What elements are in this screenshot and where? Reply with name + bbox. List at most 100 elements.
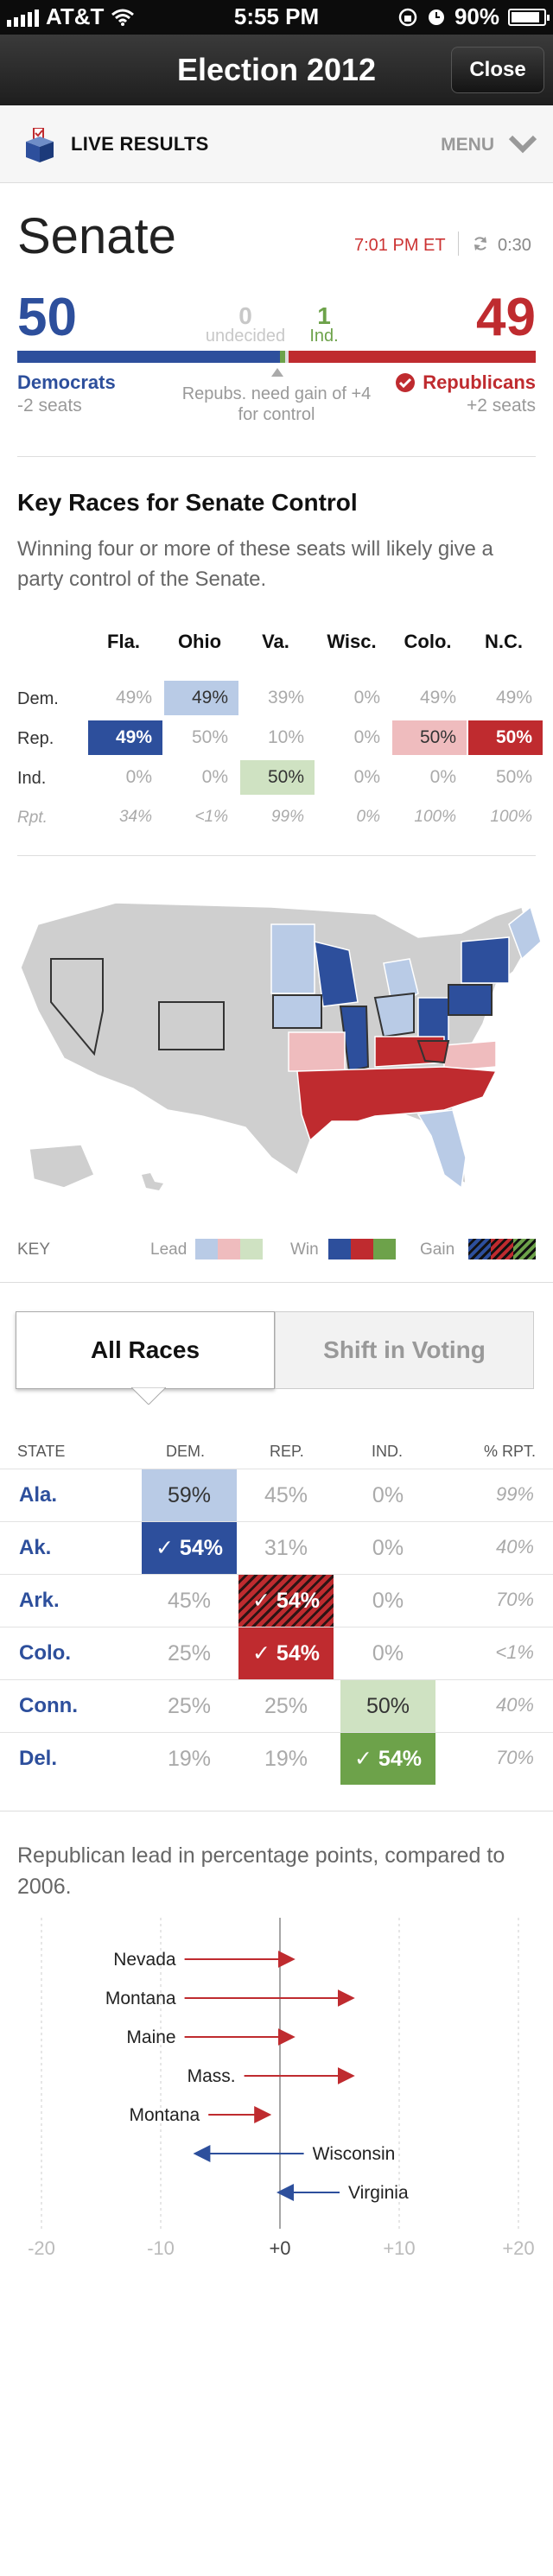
percent-reporting: 70% bbox=[495, 1747, 534, 1768]
state-minnesota[interactable] bbox=[270, 923, 315, 994]
key-race-cell: 100% bbox=[414, 808, 456, 826]
key-race-cell: 0% bbox=[125, 767, 152, 787]
status-right: 90% bbox=[397, 3, 550, 30]
dem-label: Democrats bbox=[17, 371, 116, 393]
divider bbox=[17, 456, 536, 457]
key-race-column-header: Ohio bbox=[177, 631, 222, 652]
ind-result-cell: 50% bbox=[340, 1680, 435, 1732]
all-races-column-header: STATE bbox=[17, 1443, 66, 1460]
percent-reporting: <1% bbox=[495, 1641, 534, 1663]
live-results-bar: LIVE RESULTS MENU bbox=[0, 105, 553, 183]
x-tick-label: +10 bbox=[383, 2237, 415, 2259]
tab-all-races[interactable]: All Races bbox=[16, 1311, 275, 1389]
battery-icon bbox=[508, 8, 550, 26]
rep-label: Republicans bbox=[423, 371, 536, 393]
key-race-cell: 0% bbox=[353, 727, 380, 747]
shift-state-label: Maine bbox=[126, 2027, 175, 2047]
state-name: Ark. bbox=[19, 1589, 60, 1612]
all-races-column-header: REP. bbox=[270, 1443, 304, 1460]
table-row[interactable]: Ala. 59% 45% 0% 99% bbox=[0, 1469, 553, 1521]
alarm-icon bbox=[428, 9, 444, 25]
seat-bar-dem bbox=[17, 351, 280, 363]
refresh-countdown: 0:30 bbox=[498, 236, 531, 255]
table-row[interactable]: Colo. 25% ✓ 54% 0% <1% bbox=[0, 1627, 553, 1679]
us-senate-map[interactable] bbox=[12, 890, 541, 1218]
key-race-cell: 0% bbox=[353, 767, 380, 787]
key-race-cell: 10% bbox=[267, 727, 304, 747]
state-ohio[interactable] bbox=[417, 997, 449, 1042]
ind-result-cell: 0% bbox=[372, 1483, 404, 1507]
battery-percent: 90% bbox=[454, 3, 499, 29]
seat-bar bbox=[17, 351, 536, 363]
state-iowa[interactable] bbox=[272, 994, 322, 1029]
swatch-gain-rep bbox=[491, 1239, 513, 1259]
key-races-title: Key Races for Senate Control bbox=[17, 489, 358, 516]
live-results-label: LIVE RESULTS bbox=[71, 133, 209, 155]
state-colorado[interactable] bbox=[158, 1001, 225, 1050]
key-race-row-label: Dem. bbox=[17, 689, 59, 708]
close-button[interactable]: Close bbox=[451, 47, 544, 93]
ballot-box-icon bbox=[26, 128, 54, 162]
table-row[interactable]: Ark. 45% ✓ 54% 0% 70% bbox=[0, 1574, 553, 1627]
tab-shift-in-voting[interactable]: Shift in Voting bbox=[275, 1311, 534, 1389]
state-missouri[interactable] bbox=[288, 1031, 346, 1072]
state-name: Ala. bbox=[19, 1483, 58, 1507]
ind-result-cell: 0% bbox=[372, 1589, 404, 1613]
ind-label: Ind. bbox=[309, 327, 339, 346]
key-race-column-header: Fla. bbox=[107, 631, 140, 652]
ind-result-cell: 0% bbox=[372, 1536, 404, 1560]
battery-fill bbox=[512, 11, 540, 22]
table-row[interactable]: Del. 19% 19% ✓ 54% 70% bbox=[0, 1732, 553, 1785]
rep-seat-count: 49 bbox=[476, 288, 536, 347]
dem-result-cell: 59% bbox=[142, 1469, 237, 1521]
key-race-cell: 49% bbox=[88, 720, 162, 755]
swatch-win-rep bbox=[351, 1239, 373, 1259]
key-race-cell: 99% bbox=[270, 808, 304, 826]
key-race-cell: 0% bbox=[429, 767, 456, 787]
all-races-column-header: % RPT. bbox=[484, 1443, 537, 1460]
divider bbox=[458, 232, 459, 256]
key-race-cell: 50% bbox=[468, 720, 543, 755]
x-tick-label: -10 bbox=[147, 2237, 175, 2259]
key-race-cell: 49% bbox=[115, 688, 152, 707]
rep-result-cell: ✓ 54% bbox=[238, 1627, 334, 1679]
state-alaska[interactable] bbox=[29, 1144, 95, 1189]
dem-seat-count: 50 bbox=[17, 288, 77, 347]
shift-state-label: Virginia bbox=[348, 2183, 409, 2203]
shift-state-label: Nevada bbox=[113, 1950, 176, 1970]
state-pennsylvania[interactable] bbox=[448, 984, 493, 1016]
check-circle-icon bbox=[396, 373, 416, 392]
swatch-win-dem bbox=[328, 1239, 351, 1259]
map-key-gain: Gain bbox=[420, 1240, 455, 1259]
control-marker-icon bbox=[271, 368, 283, 377]
state-new-york[interactable] bbox=[461, 936, 510, 984]
key-race-cell: 49% bbox=[495, 688, 532, 707]
chevron-down-icon[interactable] bbox=[508, 133, 537, 155]
key-races-description: Winning four or more of these seats will… bbox=[17, 537, 493, 591]
rotation-lock-icon bbox=[398, 8, 417, 26]
rep-result-cell: 31% bbox=[264, 1536, 308, 1560]
state-florida[interactable] bbox=[416, 1109, 467, 1190]
table-row[interactable]: Conn. 25% 25% 50% 40% bbox=[0, 1679, 553, 1732]
state-name: Ak. bbox=[19, 1536, 52, 1559]
state-virginia[interactable] bbox=[443, 1040, 497, 1072]
divider bbox=[0, 1282, 553, 1283]
dem-result-cell: ✓ 54% bbox=[142, 1522, 237, 1574]
menu-button[interactable]: MENU bbox=[441, 135, 494, 155]
rep-result-cell: 45% bbox=[264, 1483, 308, 1507]
undecided-label: undecided bbox=[205, 327, 286, 346]
state-hawaii[interactable] bbox=[142, 1173, 163, 1190]
rep-result-cell: ✓ 54% bbox=[238, 1575, 334, 1627]
percent-reporting: 40% bbox=[495, 1536, 534, 1558]
state-name: Conn. bbox=[19, 1694, 78, 1717]
map-key-lead: Lead bbox=[150, 1240, 188, 1259]
swatch-win-ind bbox=[373, 1239, 396, 1259]
update-time: 7:01 PM ET bbox=[354, 236, 446, 255]
page-title: Senate bbox=[17, 208, 176, 264]
key-race-cell: 0% bbox=[353, 688, 380, 707]
table-row[interactable]: Ak. ✓ 54% 31% 0% 40% bbox=[0, 1521, 553, 1574]
state-southeast[interactable] bbox=[296, 1066, 498, 1142]
refresh-icon[interactable] bbox=[472, 235, 489, 252]
key-race-column-header: Wisc. bbox=[327, 631, 377, 652]
dem-change: -2 seats bbox=[17, 396, 82, 416]
